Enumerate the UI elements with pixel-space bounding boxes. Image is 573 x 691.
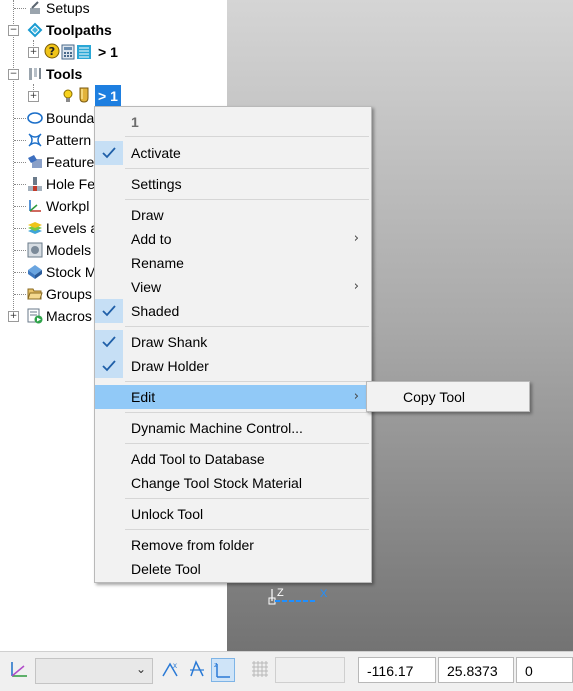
menu-separator [125,168,369,169]
folder-open-icon [27,288,43,300]
submenu-arrow-icon: › [353,231,359,246]
tree-item-toolpath-1[interactable]: + ? > 1 [0,41,227,63]
menu-item-edit[interactable]: Edit › [95,385,369,409]
menu-item-add-tool-to-database[interactable]: Add Tool to Database [95,447,369,471]
chevron-down-icon: ⌄ [135,662,146,676]
menu-item-draw-holder[interactable]: Draw Holder [95,354,369,378]
menu-item-draw[interactable]: Draw [95,203,369,227]
menu-separator [125,326,369,327]
axis-y-toggle-icon[interactable] [186,658,208,680]
context-menu: 1 Activate Settings Draw Add to › Rename… [94,106,372,583]
pattern-icon [28,133,42,147]
menu-separator [125,529,369,530]
tree-item-label: Levels a [46,220,99,236]
menu-item-unlock-tool[interactable]: Unlock Tool [95,502,369,526]
menu-item-dynamic-machine-control[interactable]: Dynamic Machine Control... [95,416,369,440]
tree-item-label: Toolpaths [46,22,112,38]
workplane-icon [29,200,41,212]
axis-x-toggle-icon[interactable]: x [160,658,182,680]
z-coordinate-field[interactable]: 0 [516,657,573,683]
menu-item-rename[interactable]: Rename [95,251,369,275]
menu-item-add-to[interactable]: Add to › [95,227,369,251]
menu-separator [125,381,369,382]
expand-toggle[interactable]: + [28,91,39,102]
collapse-toggle[interactable]: − [8,25,19,36]
tree-item-label: Pattern [46,132,92,148]
menu-header: 1 [131,114,139,130]
menu-separator [125,412,369,413]
lightbulb-icon[interactable] [60,88,76,104]
tree-item-label: Bounda [46,110,95,126]
menu-item-remove-from-folder[interactable]: Remove from folder [95,533,369,557]
hole-feature-icon [28,177,42,191]
levels-icon [28,222,42,234]
calculator-icon [61,44,75,60]
axis-triad-icon: Z X [268,587,328,605]
submenu-arrow-icon: › [353,389,359,404]
menu-separator [125,136,369,137]
tree-item-tools[interactable]: − Tools [0,63,227,85]
x-coordinate-field[interactable]: -116.17 [358,657,436,683]
grid-field[interactable] [275,657,345,683]
axis-z-toggle-icon[interactable]: z [211,658,235,682]
status-bar: ⌄ x z -116.17 25.8373 0 [0,651,573,691]
grid-icon[interactable] [249,658,271,680]
tree-item-tool-1[interactable]: + > 1 [0,85,227,107]
tree-item-label: > 1 [95,85,121,107]
menu-item-delete-tool[interactable]: Delete Tool [95,557,369,581]
macro-icon [27,308,43,324]
menu-item-settings[interactable]: Settings [95,172,369,196]
submenu-arrow-icon: › [353,279,359,294]
svg-text:?: ? [49,45,55,58]
workplane-combobox[interactable]: ⌄ [35,658,153,684]
tree-item-label: Models [46,242,92,258]
menu-item-view[interactable]: View › [95,275,369,299]
tools-icon [29,68,41,80]
models-icon [27,242,43,258]
setups-icon [30,1,40,14]
y-coordinate-field[interactable]: 25.8373 [438,657,514,683]
menu-item-activate[interactable]: Activate [95,141,369,165]
menu-separator [125,498,369,499]
boundary-icon [27,112,43,124]
checkmark-icon [95,141,123,165]
menu-item-shaded[interactable]: Shaded [95,299,369,323]
toolpath-lines-icon [77,45,91,59]
checkmark-icon [95,299,123,323]
tree-item-label: Tools [46,66,83,82]
checkmark-icon [95,354,123,378]
question-status-icon: ? [44,43,60,59]
tree-item-setups[interactable]: Setups [0,0,227,19]
menu-item-change-tool-stock-material[interactable]: Change Tool Stock Material [95,471,369,495]
tree-item-label: Setups [46,0,90,16]
axis-z-label: Z [277,587,284,599]
tree-item-label: Hole Fe [46,176,96,192]
tree-item-label: Macros [46,308,92,324]
tree-item-label: Stock M [46,264,97,280]
svg-text:z: z [214,662,218,669]
expand-toggle[interactable]: + [28,47,39,58]
svg-text:x: x [173,661,177,670]
stock-model-icon [28,265,42,279]
submenu-item-copy-tool[interactable]: Copy Tool [367,382,529,411]
tree-item-label: Workpl [46,198,90,214]
menu-separator [125,199,369,200]
tree-item-toolpaths[interactable]: − Toolpaths [0,19,227,41]
tree-item-label: > 1 [98,44,118,60]
menu-separator [125,443,369,444]
tool-shaded-icon [79,87,89,103]
tree-item-label: Groups [46,286,92,302]
expand-toggle[interactable]: + [8,311,19,322]
feature-set-icon [28,155,42,168]
menu-item-draw-shank[interactable]: Draw Shank [95,330,369,354]
collapse-toggle[interactable]: − [8,69,19,80]
tree-item-label: Feature [46,154,95,170]
edit-submenu: Copy Tool [366,381,530,412]
toolpaths-icon [27,22,43,38]
workplane-toggle-icon[interactable] [8,658,30,680]
axis-x-label: X [320,588,328,600]
checkmark-icon [95,330,123,354]
